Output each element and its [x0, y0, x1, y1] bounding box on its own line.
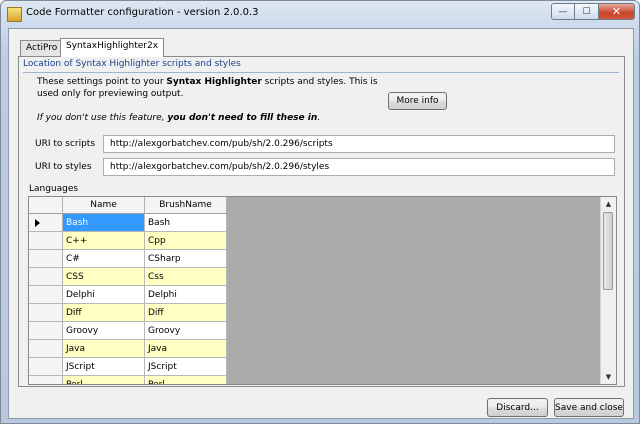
- table-row[interactable]: Perl Perl: [29, 376, 227, 384]
- title-bar[interactable]: Code Formatter configuration - version 2…: [1, 1, 639, 27]
- discard-button[interactable]: Discard...: [487, 398, 548, 417]
- vertical-scrollbar[interactable]: ▲ ▼: [600, 197, 616, 384]
- client-area: ActiPro SyntaxHighlighter2x Location of …: [8, 28, 634, 419]
- table-row[interactable]: Groovy Groovy: [29, 322, 227, 340]
- column-header-name[interactable]: Name: [63, 197, 145, 214]
- row-header[interactable]: [29, 304, 63, 322]
- table-row[interactable]: C++ Cpp: [29, 232, 227, 250]
- cell-name[interactable]: Groovy: [63, 322, 145, 340]
- table-row[interactable]: Diff Diff: [29, 304, 227, 322]
- cell-name[interactable]: C++: [63, 232, 145, 250]
- row-header[interactable]: [29, 358, 63, 376]
- cell-brushname[interactable]: Perl: [145, 376, 227, 384]
- tab-syntaxhighlighter2x[interactable]: SyntaxHighlighter2x: [60, 38, 165, 57]
- cell-name[interactable]: Bash: [63, 214, 145, 232]
- row-header[interactable]: [29, 376, 63, 384]
- maximize-button[interactable]: ☐: [575, 3, 599, 20]
- cell-name[interactable]: C#: [63, 250, 145, 268]
- window-title: Code Formatter configuration - version 2…: [26, 7, 259, 18]
- table-row[interactable]: C# CSharp: [29, 250, 227, 268]
- optional-note: If you don't use this feature, you don't…: [37, 113, 321, 123]
- scroll-up-icon[interactable]: ▲: [601, 197, 616, 211]
- save-and-close-button[interactable]: Save and close: [554, 398, 624, 417]
- row-header[interactable]: [29, 268, 63, 286]
- row-header[interactable]: [29, 286, 63, 304]
- table-row[interactable]: JScript JScript: [29, 358, 227, 376]
- cell-brushname[interactable]: JScript: [145, 358, 227, 376]
- cell-brushname[interactable]: Css: [145, 268, 227, 286]
- table-row[interactable]: CSS Css: [29, 268, 227, 286]
- cell-name[interactable]: CSS: [63, 268, 145, 286]
- description-text: These settings point to your Syntax High…: [37, 77, 378, 99]
- cell-name[interactable]: Diff: [63, 304, 145, 322]
- close-button[interactable]: ✕: [599, 3, 635, 20]
- minimize-icon: —: [558, 6, 568, 17]
- cell-brushname[interactable]: Diff: [145, 304, 227, 322]
- cell-name[interactable]: Perl: [63, 376, 145, 384]
- row-header-corner: [29, 197, 63, 214]
- current-row-arrow-icon: [35, 219, 40, 227]
- cell-brushname[interactable]: CSharp: [145, 250, 227, 268]
- app-window: Code Formatter configuration - version 2…: [0, 0, 640, 424]
- minimize-button[interactable]: —: [551, 3, 575, 20]
- row-header[interactable]: [29, 232, 63, 250]
- scroll-down-icon[interactable]: ▼: [601, 370, 616, 384]
- languages-grid[interactable]: Name BrushName Bash Bash C++ Cpp C# CSharp CSS…: [28, 196, 617, 385]
- cell-brushname[interactable]: Java: [145, 340, 227, 358]
- cell-brushname[interactable]: Bash: [145, 214, 227, 232]
- scroll-thumb[interactable]: [603, 212, 613, 290]
- group-title: Location of Syntax Highlighter scripts a…: [23, 59, 241, 69]
- row-header[interactable]: [29, 214, 63, 232]
- cell-name[interactable]: Delphi: [63, 286, 145, 304]
- cell-name[interactable]: JScript: [63, 358, 145, 376]
- row-header[interactable]: [29, 322, 63, 340]
- scripts-label: URI to scripts: [35, 139, 96, 149]
- column-header-brushname[interactable]: BrushName: [145, 197, 227, 214]
- cell-name[interactable]: Java: [63, 340, 145, 358]
- cell-brushname[interactable]: Groovy: [145, 322, 227, 340]
- styles-uri-input[interactable]: http://alexgorbatchev.com/pub/sh/2.0.296…: [103, 158, 615, 176]
- table-row[interactable]: Bash Bash: [29, 214, 227, 232]
- cell-brushname[interactable]: Cpp: [145, 232, 227, 250]
- table-row[interactable]: Java Java: [29, 340, 227, 358]
- scripts-uri-input[interactable]: http://alexgorbatchev.com/pub/sh/2.0.296…: [103, 135, 615, 153]
- close-icon: ✕: [611, 5, 622, 18]
- maximize-icon: ☐: [582, 6, 591, 17]
- row-header[interactable]: [29, 340, 63, 358]
- table-row[interactable]: Delphi Delphi: [29, 286, 227, 304]
- languages-label: Languages: [29, 184, 79, 194]
- app-icon: [7, 7, 22, 22]
- tab-actipro[interactable]: ActiPro: [20, 40, 64, 56]
- cell-brushname[interactable]: Delphi: [145, 286, 227, 304]
- styles-label: URI to styles: [35, 162, 92, 172]
- row-header[interactable]: [29, 250, 63, 268]
- group-divider: [23, 72, 619, 73]
- more-info-button[interactable]: More info: [388, 92, 447, 110]
